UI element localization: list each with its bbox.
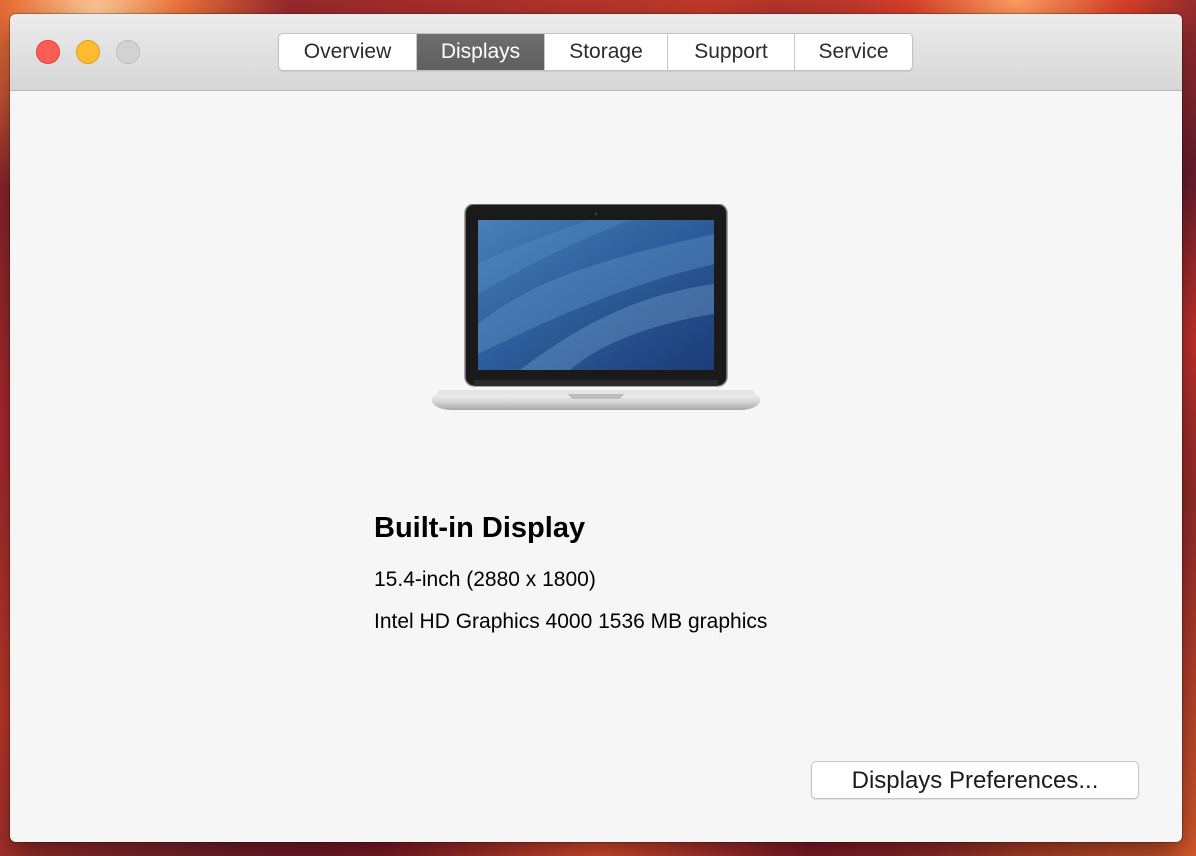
titlebar: Overview Displays Storage Support Servic… (10, 14, 1182, 91)
zoom-button[interactable] (116, 40, 140, 64)
laptop-icon (432, 204, 760, 410)
tab-storage[interactable]: Storage (545, 34, 668, 70)
about-this-mac-window: Overview Displays Storage Support Servic… (10, 14, 1182, 842)
tab-overview[interactable]: Overview (279, 34, 417, 70)
tab-bar: Overview Displays Storage Support Servic… (278, 33, 913, 71)
tab-service[interactable]: Service (795, 34, 912, 70)
close-button[interactable] (36, 40, 60, 64)
minimize-button[interactable] (76, 40, 100, 64)
displays-preferences-button[interactable]: Displays Preferences... (811, 761, 1139, 799)
tab-support[interactable]: Support (668, 34, 795, 70)
display-graphics: Intel HD Graphics 4000 1536 MB graphics (374, 610, 768, 633)
display-size: 15.4-inch (2880 x 1800) (374, 568, 596, 591)
tab-displays[interactable]: Displays (417, 34, 545, 70)
display-title: Built-in Display (374, 512, 586, 544)
